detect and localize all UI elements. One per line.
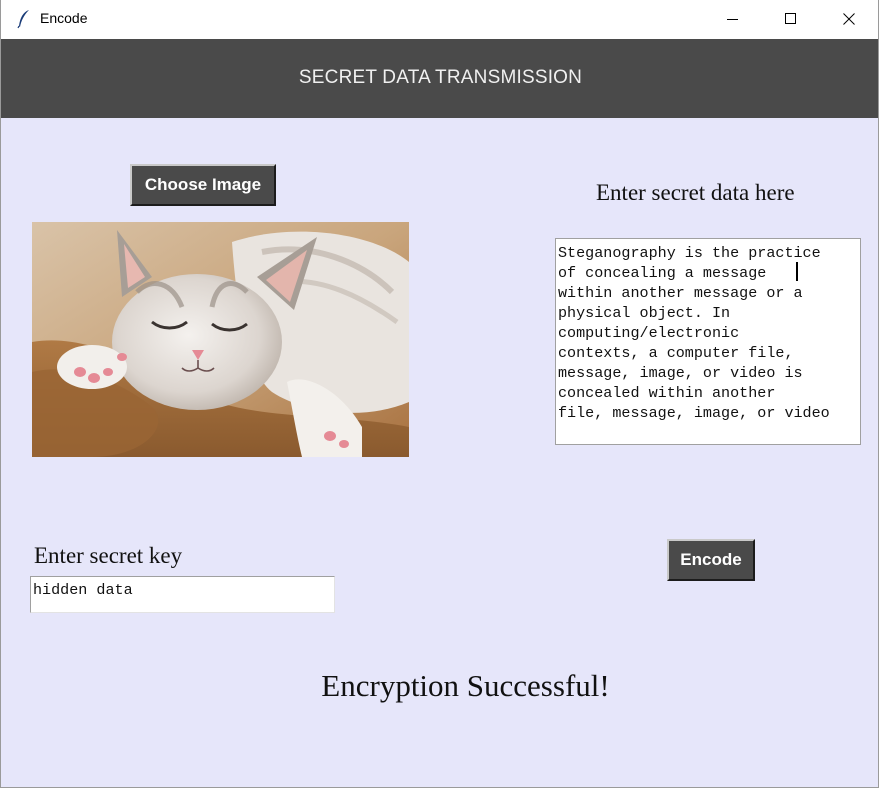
encode-button[interactable]: Encode (667, 539, 755, 581)
encode-window: Encode SECRET DATA TRANSMISSION Choose I… (0, 0, 879, 788)
app-title: SECRET DATA TRANSMISSION (298, 67, 583, 88)
status-message: Encryption Successful! (321, 668, 610, 703)
window-title: Encode (40, 10, 88, 26)
maximize-button[interactable] (768, 0, 814, 39)
minimize-button[interactable] (710, 0, 756, 39)
secret-key-input[interactable]: hidden data (30, 576, 335, 613)
secret-key-label: Enter secret key (34, 543, 183, 568)
cover-image (32, 222, 409, 457)
feather-icon (17, 9, 31, 29)
secret-data-textarea[interactable]: Steganography is the practice of conceal… (555, 238, 861, 445)
maximize-icon (785, 13, 796, 24)
text-cursor (796, 262, 798, 281)
app-header: SECRET DATA TRANSMISSION (1, 39, 878, 118)
kitten-image (32, 222, 409, 457)
close-button[interactable] (826, 0, 872, 39)
choose-image-button[interactable]: Choose Image (130, 164, 276, 206)
secret-data-label: Enter secret data here (596, 180, 795, 205)
close-icon (843, 13, 855, 25)
minimize-icon (727, 19, 738, 20)
title-bar[interactable]: Encode (1, 0, 878, 39)
